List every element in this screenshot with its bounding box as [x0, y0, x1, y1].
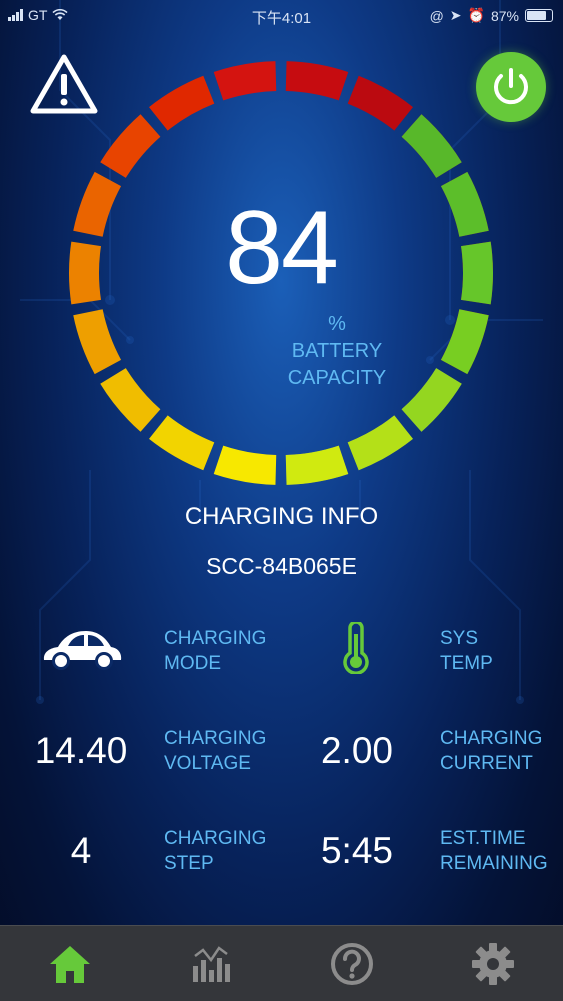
thermometer-icon [343, 622, 369, 674]
tab-help[interactable] [282, 926, 423, 1001]
time-remaining-value: 5:45 [320, 830, 393, 871]
step-label-line1: CHARGING [164, 828, 267, 849]
gauge-segment [440, 309, 489, 375]
alarm-icon: ⏰ [467, 7, 485, 23]
mode-label-line1: CHARGING [164, 628, 267, 649]
voltage-label-line1: CHARGING [164, 728, 267, 749]
current-label-line1: CHARGING [440, 728, 543, 749]
time-label-line1: EST.TIME [440, 828, 526, 849]
battery-capacity-value: 84 [225, 190, 339, 306]
gauge-segment [285, 61, 349, 101]
battery-percent: 87% [490, 7, 519, 24]
step-value: 4 [70, 830, 92, 871]
lock-rotation-icon: @ [429, 7, 444, 24]
gauge-segment [461, 241, 494, 305]
gauge-segment [285, 445, 349, 485]
tab-bar [0, 925, 563, 1001]
gauge-segment [100, 368, 161, 432]
gauge-segment [69, 241, 101, 305]
step-label-line2: STEP [164, 853, 214, 874]
tab-settings[interactable] [422, 926, 563, 1001]
capacity-label-line1: BATTERY [291, 340, 383, 362]
temp-label-line1: SYS [440, 628, 479, 649]
gauge-segment [100, 114, 161, 178]
car-icon [43, 631, 122, 670]
gauge-segment [213, 445, 277, 485]
current-value: 2.00 [320, 730, 393, 771]
temp-label-line2: TEMP [440, 653, 493, 674]
gauge-segment [149, 415, 215, 471]
help-icon [330, 942, 373, 985]
status-bar: GT 下午4:01 @ ➤ ⏰ 87% [0, 0, 563, 30]
tab-home[interactable] [0, 926, 141, 1001]
gauge-segment [347, 75, 413, 131]
voltage-label-line2: VOLTAGE [164, 753, 251, 774]
settings-icon [471, 942, 514, 985]
mode-label-line2: MODE [164, 653, 221, 674]
capacity-label-line2: CAPACITY [287, 367, 387, 389]
home-icon [50, 945, 91, 983]
location-icon: ➤ [449, 7, 462, 23]
device-id: SCC-84B065E [206, 553, 357, 579]
gauge-segment [73, 171, 122, 237]
chart-icon [193, 945, 231, 982]
tab-chart[interactable] [141, 926, 282, 1001]
time-label-line2: REMAINING [440, 853, 548, 874]
gauge-segment [347, 415, 413, 471]
current-label-line2: CURRENT [440, 753, 533, 774]
gauge-segment [73, 309, 122, 375]
battery-icon [525, 9, 553, 22]
gauge-segment [401, 114, 462, 178]
status-right: @ ➤ ⏰ 87% [430, 7, 553, 24]
capacity-unit: % [328, 313, 346, 335]
voltage-value: 14.40 [34, 730, 128, 771]
gauge-segment [440, 171, 489, 237]
gauge-segment [213, 61, 277, 101]
section-title: CHARGING INFO [184, 503, 379, 530]
gauge-segment [149, 75, 215, 131]
